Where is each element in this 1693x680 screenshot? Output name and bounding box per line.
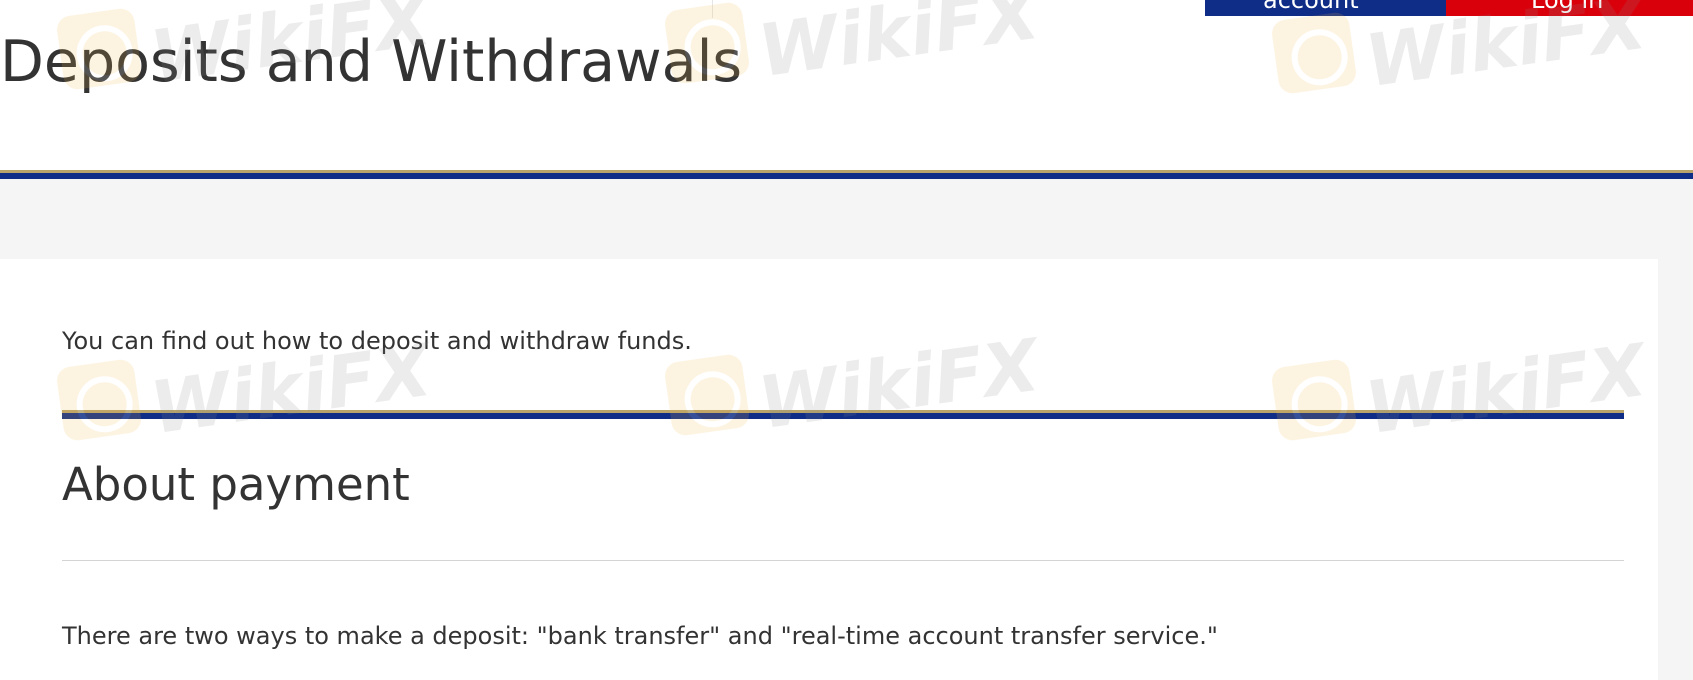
header-rule — [0, 170, 1693, 179]
section-title: About payment — [62, 458, 410, 511]
site-header: account Log in Deposits and Withdrawals — [0, 0, 1693, 172]
login-label: Log in — [1531, 0, 1604, 14]
page-gutter — [1658, 259, 1693, 680]
deposit-methods-text: There are two ways to make a deposit: "b… — [62, 622, 1218, 650]
open-account-button[interactable]: account — [1205, 0, 1446, 16]
page-title: Deposits and Withdrawals — [0, 29, 743, 95]
page-band — [0, 179, 1693, 259]
header-divider — [712, 0, 713, 18]
intro-text: You can find out how to deposit and with… — [62, 327, 692, 355]
section-divider — [62, 560, 1624, 561]
login-button[interactable]: Log in — [1446, 0, 1693, 16]
open-account-label: account — [1263, 0, 1359, 14]
section-rule — [62, 410, 1624, 419]
